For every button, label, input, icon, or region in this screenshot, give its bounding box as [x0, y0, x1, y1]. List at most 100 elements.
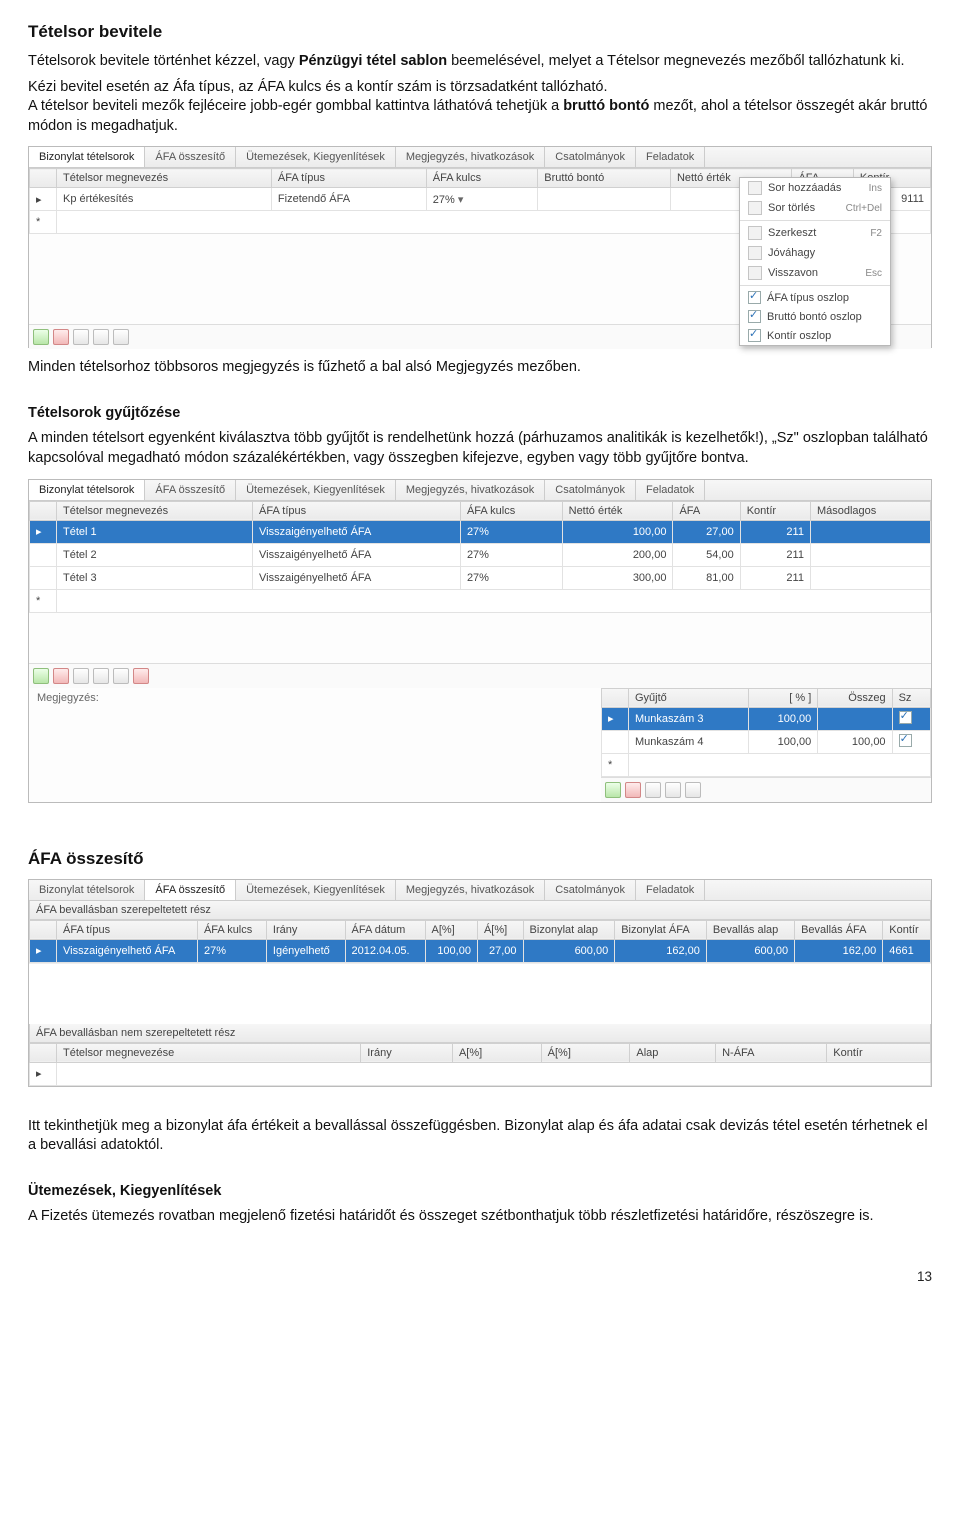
undo-button[interactable]: [113, 668, 129, 684]
menu-col-kontir[interactable]: Kontír oszlop: [740, 326, 890, 345]
col-kontir[interactable]: Kontír: [740, 501, 810, 520]
col-afa-tipus[interactable]: ÁFA típus: [57, 920, 198, 939]
tab-megjegyzes[interactable]: Megjegyzés, hivatkozások: [396, 880, 545, 900]
heading-utemezesek: Ütemezések, Kiegyenlítések: [28, 1182, 932, 1202]
col-gyujto[interactable]: Gyűjtő: [629, 688, 749, 707]
col-sz[interactable]: Sz: [892, 688, 930, 707]
table-row[interactable]: ▸: [30, 1062, 931, 1085]
tab-feladatok[interactable]: Feladatok: [636, 480, 705, 500]
table-row[interactable]: Tétel 3Visszaigényelhető ÁFA27%300,0081,…: [30, 566, 931, 589]
tab-bizonylat-tetelsorok[interactable]: Bizonylat tételsorok: [29, 147, 145, 167]
chevron-down-icon[interactable]: ▾: [458, 194, 464, 206]
tab-afa-osszesito[interactable]: ÁFA összesítő: [145, 147, 236, 167]
table-row-new[interactable]: *: [30, 589, 931, 612]
table-row[interactable]: Munkaszám 4100,00100,00: [602, 730, 931, 753]
col-afa-kulcs[interactable]: ÁFA kulcs: [460, 501, 562, 520]
tab-csatolmanyok[interactable]: Csatolmányok: [545, 147, 636, 167]
col-biz-alap[interactable]: Bizonylat alap: [523, 920, 615, 939]
checkbox[interactable]: [899, 734, 912, 747]
add-button[interactable]: [33, 329, 49, 345]
col-a-pct[interactable]: A[%]: [452, 1043, 541, 1062]
tab-megjegyzes[interactable]: Megjegyzés, hivatkozások: [396, 147, 545, 167]
tab-bizonylat-tetelsorok[interactable]: Bizonylat tételsorok: [29, 480, 145, 500]
col-afa[interactable]: ÁFA: [673, 501, 740, 520]
menu-edit[interactable]: SzerkesztF2: [740, 223, 890, 243]
col-masodlagos[interactable]: Másodlagos: [810, 501, 930, 520]
edit-button[interactable]: [73, 668, 89, 684]
col-biz-afa[interactable]: Bizonylat ÁFA: [615, 920, 707, 939]
tab-feladatok[interactable]: Feladatok: [636, 147, 705, 167]
tab-csatolmanyok[interactable]: Csatolmányok: [545, 480, 636, 500]
table-row[interactable]: Tétel 2Visszaigényelhető ÁFA27%200,0054,…: [30, 543, 931, 566]
undo-button[interactable]: [113, 329, 129, 345]
menu-undo[interactable]: VisszavonEsc: [740, 263, 890, 283]
col-megnevezes[interactable]: Tételsor megnevezése: [57, 1043, 361, 1062]
delete-button[interactable]: [53, 668, 69, 684]
menu-col-bruttobonto[interactable]: Bruttó bontó oszlop: [740, 307, 890, 326]
table-row-new[interactable]: *: [602, 753, 931, 776]
col-irany[interactable]: Irány: [266, 920, 345, 939]
delete-button[interactable]: [625, 782, 641, 798]
edit-button[interactable]: [645, 782, 661, 798]
menu-col-afatipus[interactable]: ÁFA típus oszlop: [740, 288, 890, 307]
tab-megjegyzes[interactable]: Megjegyzés, hivatkozások: [396, 480, 545, 500]
col-a-pct[interactable]: A[%]: [425, 920, 477, 939]
para: Minden tételsorhoz többsoros megjegyzés …: [28, 358, 932, 378]
tab-csatolmanyok[interactable]: Csatolmányok: [545, 880, 636, 900]
col-a-pct2[interactable]: Á[%]: [541, 1043, 630, 1062]
grid-tetelsorok[interactable]: Tételsor megnevezés ÁFA típus ÁFA kulcs …: [29, 501, 931, 613]
row-indicator: ▸: [30, 188, 57, 211]
cell[interactable]: [538, 188, 671, 211]
tab-feladatok[interactable]: Feladatok: [636, 880, 705, 900]
col-bev-afa[interactable]: Bevallás ÁFA: [795, 920, 883, 939]
col-osszeg[interactable]: Összeg: [818, 688, 892, 707]
col-brutto-bonto[interactable]: Bruttó bontó: [538, 169, 671, 188]
checkbox-icon: [748, 310, 761, 323]
table-row[interactable]: ▸ Visszaigényelhető ÁFA 27% Igényelhető …: [30, 939, 931, 962]
col-alap[interactable]: Alap: [630, 1043, 716, 1062]
cancel-button[interactable]: [133, 668, 149, 684]
tab-bizonylat-tetelsorok[interactable]: Bizonylat tételsorok: [29, 880, 145, 900]
undo-button[interactable]: [685, 782, 701, 798]
col-a-pct2[interactable]: Á[%]: [477, 920, 523, 939]
menu-add-row[interactable]: Sor hozzáadásIns: [740, 178, 890, 198]
grid-afa-nem-bevallas[interactable]: Tételsor megnevezése Irány A[%] Á[%] Ala…: [29, 1043, 931, 1086]
grid-afa-bevallas[interactable]: ÁFA típus ÁFA kulcs Irány ÁFA dátum A[%]…: [29, 920, 931, 963]
col-afa-kulcs[interactable]: ÁFA kulcs: [426, 169, 537, 188]
cell[interactable]: 27% ▾: [426, 188, 537, 211]
col-nafa[interactable]: N-ÁFA: [716, 1043, 827, 1062]
col-megnevezes[interactable]: Tételsor megnevezés: [57, 501, 253, 520]
col-kontir[interactable]: Kontír: [827, 1043, 931, 1062]
tab-utemezesek[interactable]: Ütemezések, Kiegyenlítések: [236, 147, 396, 167]
tab-utemezesek[interactable]: Ütemezések, Kiegyenlítések: [236, 880, 396, 900]
table-row[interactable]: ▸Munkaszám 3100,00: [602, 707, 931, 730]
checkbox[interactable]: [899, 711, 912, 724]
approve-button[interactable]: [93, 329, 109, 345]
tab-afa-osszesito[interactable]: ÁFA összesítő: [145, 480, 236, 500]
col-szazalek[interactable]: [ % ]: [749, 688, 818, 707]
approve-button[interactable]: [665, 782, 681, 798]
col-bev-alap[interactable]: Bevallás alap: [706, 920, 794, 939]
tab-afa-osszesito[interactable]: ÁFA összesítő: [145, 880, 236, 900]
col-afa-tipus[interactable]: ÁFA típus: [271, 169, 426, 188]
col-afa-tipus[interactable]: ÁFA típus: [253, 501, 461, 520]
approve-button[interactable]: [93, 668, 109, 684]
col-afa-kulcs[interactable]: ÁFA kulcs: [197, 920, 266, 939]
cell[interactable]: Fizetendő ÁFA: [271, 188, 426, 211]
add-button[interactable]: [605, 782, 621, 798]
grid-gyujto[interactable]: Gyűjtő [ % ] Összeg Sz ▸Munkaszám 3100,0…: [601, 688, 931, 777]
col-kontir[interactable]: Kontír: [883, 920, 931, 939]
col-afa-datum[interactable]: ÁFA dátum: [345, 920, 425, 939]
menu-approve[interactable]: Jóváhagy: [740, 243, 890, 263]
add-button[interactable]: [33, 668, 49, 684]
table-row[interactable]: ▸Tétel 1Visszaigényelhető ÁFA27%100,0027…: [30, 520, 931, 543]
cell[interactable]: Kp értékesítés: [57, 188, 272, 211]
delete-button[interactable]: [53, 329, 69, 345]
col-megnevezes[interactable]: Tételsor megnevezés: [57, 169, 272, 188]
menu-delete-row[interactable]: Sor törlésCtrl+Del: [740, 198, 890, 218]
col-irany[interactable]: Irány: [361, 1043, 453, 1062]
col-netto[interactable]: Nettó érték: [562, 501, 673, 520]
tab-utemezesek[interactable]: Ütemezések, Kiegyenlítések: [236, 480, 396, 500]
edit-icon: [748, 226, 762, 240]
edit-button[interactable]: [73, 329, 89, 345]
